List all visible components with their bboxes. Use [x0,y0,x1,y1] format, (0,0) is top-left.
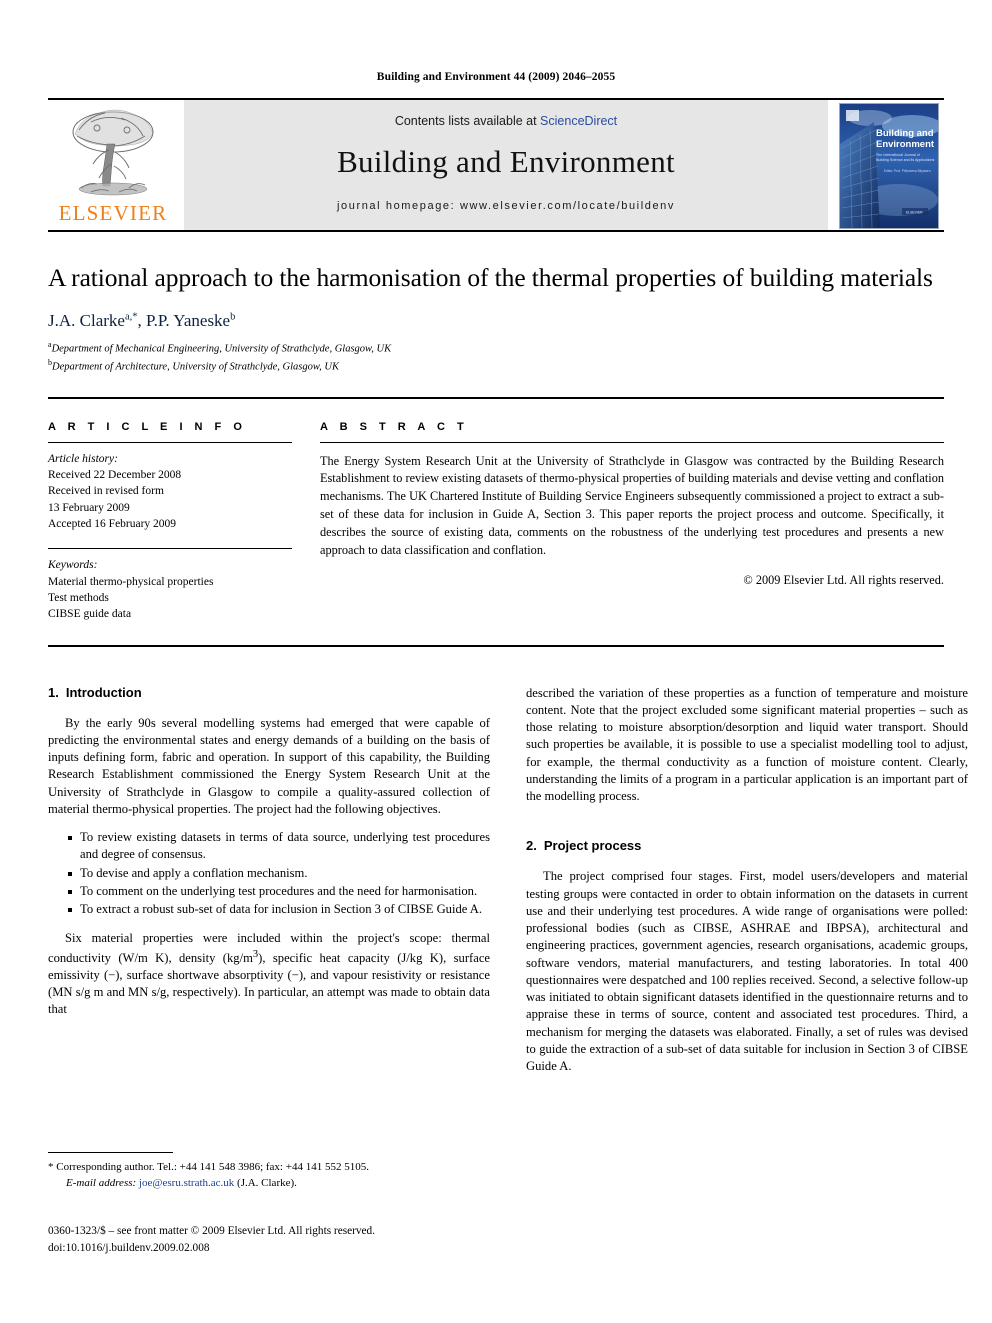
article-info-heading: A R T I C L E I N F O [48,420,247,433]
abstract-column: A B S T R A C T The Energy System Resear… [320,421,944,623]
right-column: described the variation of these propert… [526,685,968,1087]
elsevier-tree-icon [72,109,154,196]
elsevier-wordmark: ELSEVIER [58,201,168,225]
history-line: 13 February 2009 [48,501,130,514]
section-number: 1. [48,684,59,700]
running-head: Building and Environment 44 (2009) 2046–… [376,71,616,83]
section-number: 2. [526,838,537,854]
article-page: Building and Environment 44 (2009) 2046–… [0,0,992,1323]
email-note: E-mail address: joe@esru.strath.ac.uk (J… [48,1176,490,1192]
corresponding-text: Corresponding author. Tel.: +44 141 548 … [56,1161,369,1173]
intro-paragraph-2: Six material properties were included wi… [48,930,490,1018]
svg-text:ELSEVIER: ELSEVIER [906,211,923,215]
cover-title-line2: Environment [876,139,935,150]
keyword-item: Test methods [48,591,109,604]
project-process-paragraph-1: The project comprised four stages. First… [526,869,968,1073]
affiliation-b-text: Department of Architecture, University o… [52,361,339,373]
journal-title: Building and Environment [337,144,675,179]
affiliations: aDepartment of Mechanical Engineering, U… [48,339,944,374]
section-title: Project process [543,838,642,854]
email-suffix: (J.A. Clarke). [237,1176,297,1189]
list-item: To devise and apply a conflation mechani… [68,865,490,882]
info-abstract-band: A R T I C L E I N F O Article history: R… [48,396,944,623]
issn-front-matter: 0360-1323/$ – see front matter © 2009 El… [48,1225,376,1237]
journal-masthead: ELSEVIER Contents lists available at Sci… [48,98,944,230]
section-heading-introduction: 1. Introduction [48,685,490,700]
body-columns: 1. Introduction By the early 90s several … [48,685,968,1087]
journal-homepage-link[interactable]: journal homepage: www.elsevier.com/locat… [337,200,675,212]
title-block: A rational approach to the harmonisation… [48,232,944,375]
corresponding-marker: * [48,1161,54,1173]
author-secondary: , P.P. Yaneske [137,311,231,331]
sciencedirect-link[interactable]: ScienceDirect [540,114,617,128]
abstract-text: The Energy System Research Unit at the U… [320,453,944,557]
author-secondary-affil-marker: b [230,311,236,323]
history-line: Accepted 16 February 2009 [48,517,177,530]
keyword-item: CIBSE guide data [48,608,132,621]
contents-prefix: Contents lists available at [394,114,541,128]
keywords-group: Keywords: Material thermo-physical prope… [48,549,292,622]
doi-line[interactable]: doi:10.1016/j.buildenv.2009.02.008 [48,1240,508,1257]
svg-text:Editor: Prof. Philomena Bluyss: Editor: Prof. Philomena Bluyssen [884,169,931,173]
left-column: 1. Introduction By the early 90s several … [48,685,490,1087]
list-item: To review existing datasets in terms of … [68,829,490,864]
history-line: Received 22 December 2008 [48,468,182,481]
intro-paragraph-3: described the variation of these propert… [526,685,968,804]
imprint-block: 0360-1323/$ – see front matter © 2009 El… [48,1223,508,1257]
article-history: Article history: Received 22 December 20… [48,443,292,533]
footnote-rule [48,1152,173,1153]
list-item: To extract a robust sub-set of data for … [68,901,490,918]
cover-title-line1: Building and [876,128,934,139]
svg-text:Building Science and its Appli: Building Science and its Applications [876,158,935,162]
abstract-copyright: © 2009 Elsevier Ltd. All rights reserved… [743,572,944,587]
contents-available-line: Contents lists available at ScienceDirec… [395,114,617,128]
corresponding-author-note: * Corresponding author. Tel.: +44 141 54… [48,1160,490,1176]
affiliation-a: aDepartment of Mechanical Engineering, U… [48,339,944,357]
intro-paragraph-1: By the early 90s several modelling syste… [48,715,490,816]
section-heading-project-process: 2. Project process [526,838,968,853]
article-info-column: A R T I C L E I N F O Article history: R… [48,421,292,623]
cover-subtitle: The International Journal of [876,153,920,157]
author-list: J.A. Clarkea,*, P.P. Yaneskeb [48,311,944,331]
page-title: A rational approach to the harmonisation… [48,263,933,292]
keywords-label: Keywords: [48,559,98,572]
abstract-heading: A B S T R A C T [320,420,469,433]
journal-banner: Contents lists available at ScienceDirec… [184,100,828,230]
footnote-block: * Corresponding author. Tel.: +44 141 54… [48,1152,490,1192]
keyword-item: Material thermo-physical properties [48,575,214,588]
list-item: To comment on the underlying test proced… [68,883,490,900]
email-link[interactable]: joe@esru.strath.ac.uk [139,1177,234,1189]
objectives-list: To review existing datasets in terms of … [48,829,490,918]
affiliation-b: bDepartment of Architecture, University … [48,357,944,375]
journal-cover-thumbnail: Building and Environment The Internation… [834,100,944,230]
affiliation-a-text: Department of Mechanical Engineering, Un… [51,343,392,355]
author-primary-affil-marker: a,* [124,311,138,323]
email-label: E-mail address: [66,1176,137,1189]
journal-cover-image: Building and Environment The Internation… [839,103,939,229]
history-line: Received in revised form [48,485,164,498]
elsevier-logo: ELSEVIER [48,100,178,230]
author-primary: J.A. Clarke [48,311,125,331]
section-title: Introduction [65,684,142,700]
band-bottom-rule [48,644,944,647]
article-history-label: Article history: [48,452,118,465]
